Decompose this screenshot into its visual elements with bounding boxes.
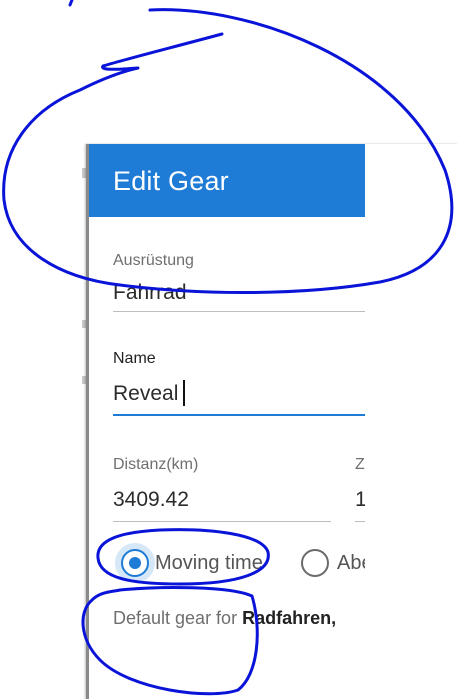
second-field-label: Z (355, 456, 365, 473)
moving-time-label[interactable]: Moving time (155, 552, 263, 575)
dialog-header: Edit Gear (89, 144, 365, 217)
distance-label: Distanz(km) (113, 456, 199, 473)
gear-type-select[interactable]: Fahrrad (113, 281, 187, 305)
distance-underline (113, 521, 331, 522)
distance-input[interactable]: 3409.42 (113, 488, 189, 512)
name-input[interactable]: Reveal (113, 382, 178, 406)
default-gear-prefix: Default gear for (113, 608, 243, 628)
dialog-title: Edit Gear (113, 166, 229, 196)
moving-time-radio[interactable] (121, 549, 149, 577)
default-gear-sport: Radfahren (242, 608, 332, 628)
default-gear-text: Default gear for Radfahren, (113, 608, 336, 629)
edit-gear-dialog: Edit Gear Ausrüstung Fahrrad Name Reveal… (86, 144, 458, 699)
name-label: Name (113, 350, 156, 367)
name-underline (113, 414, 365, 416)
gear-type-label: Ausrüstung (113, 252, 194, 269)
gear-type-underline (113, 311, 365, 312)
other-time-radio[interactable] (301, 549, 329, 577)
clipped-area (365, 144, 458, 699)
second-field-underline (355, 521, 365, 522)
default-gear-suffix: , (331, 608, 337, 628)
text-caret (183, 380, 185, 406)
